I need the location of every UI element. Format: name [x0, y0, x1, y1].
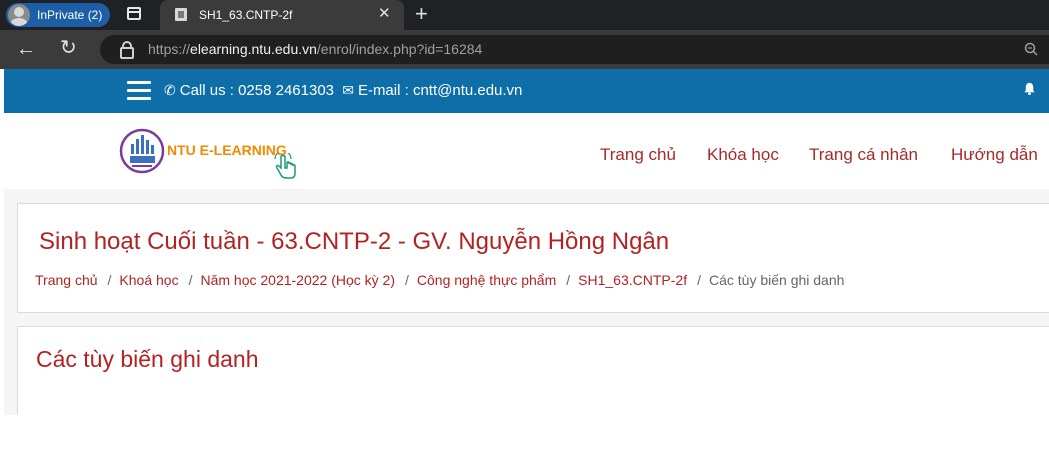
phone-text: Call us : 0258 2461303: [179, 82, 335, 99]
breadcrumb-department[interactable]: Công nghệ thực phẩm: [417, 272, 556, 288]
breadcrumb-current: Các tùy biến ghi danh: [708, 272, 845, 288]
favicon-icon: [175, 8, 187, 21]
breadcrumb-courses[interactable]: Khoá học: [119, 272, 178, 288]
site-header: NTU E-LEARNING Trang chủ Khóa học Trang …: [4, 113, 1049, 190]
breadcrumb-course[interactable]: SH1_63.CNTP-2f: [578, 272, 687, 288]
refresh-icon[interactable]: ↻: [60, 37, 77, 59]
logo-text: NTU E-LEARNING: [167, 142, 287, 158]
url-text[interactable]: https://elearning.ntu.edu.vn/enrol/index…: [148, 41, 482, 57]
breadcrumb-school-year[interactable]: Năm học 2021-2022 (Học kỳ 2): [200, 272, 395, 288]
breadcrumb: Trang chủ / Khoá học / Năm học 2021-2022 (Họ…: [35, 272, 844, 288]
contact-info: ✆ Call us : 0258 2461303 ✉ E-mail : cntt@n…: [164, 82, 522, 99]
pointer-hand-icon: [274, 153, 296, 179]
address-bar[interactable]: https://elearning.ntu.edu.vn/enrol/index…: [100, 35, 1049, 64]
profile-avatar-icon: [8, 4, 30, 26]
site-logo[interactable]: NTU E-LEARNING: [118, 127, 296, 180]
breadcrumb-separator: /: [188, 272, 193, 288]
lock-icon[interactable]: [120, 41, 134, 59]
inprivate-button[interactable]: InPrivate (2): [6, 3, 110, 27]
ntu-logo-icon: [119, 128, 165, 174]
breadcrumb-separator: /: [107, 272, 112, 288]
breadcrumb-separator: /: [405, 272, 409, 288]
phone-icon: ✆: [164, 82, 176, 98]
browser-tab[interactable]: SH1_63.CNTP-2f ✕: [160, 0, 404, 30]
nav-guide[interactable]: Hướng dẫn: [951, 145, 1038, 165]
browser-toolbar: ← ↻ https://elearning.ntu.edu.vn/enrol/i…: [0, 30, 1049, 69]
inprivate-label: InPrivate (2): [37, 8, 103, 22]
course-header-card: Sinh hoạt Cuối tuần - 63.CNTP-2 - GV. Ng…: [17, 203, 1049, 313]
page-title: Sinh hoạt Cuối tuần - 63.CNTP-2 - GV. Ng…: [39, 228, 670, 255]
back-arrow-icon[interactable]: ←: [16, 38, 36, 60]
breadcrumb-separator: /: [566, 272, 571, 288]
section-title: Các tùy biến ghi danh: [36, 346, 259, 372]
nav-courses[interactable]: Khóa học: [707, 145, 779, 165]
breadcrumb-separator: /: [697, 272, 701, 288]
breadcrumb-home[interactable]: Trang chủ: [35, 272, 98, 288]
bell-icon[interactable]: [1023, 82, 1036, 95]
email-text[interactable]: E-mail : cntt@ntu.edu.vn: [358, 82, 522, 99]
browser-tab-bar: InPrivate (2) SH1_63.CNTP-2f ✕ +: [0, 0, 1049, 30]
enrolment-options-card: Các tùy biến ghi danh: [17, 326, 1049, 415]
menu-icon[interactable]: [127, 81, 151, 101]
tab-title: SH1_63.CNTP-2f: [199, 8, 293, 22]
close-tab-icon[interactable]: ✕: [378, 6, 391, 22]
new-tab-button[interactable]: +: [415, 2, 428, 26]
nav-home[interactable]: Trang chủ: [600, 145, 676, 165]
tab-actions-icon[interactable]: [127, 7, 141, 20]
site-top-bar: ✆ Call us : 0258 2461303 ✉ E-mail : cntt@n…: [4, 69, 1049, 113]
zoom-icon[interactable]: [1024, 42, 1038, 56]
nav-profile[interactable]: Trang cá nhân: [809, 145, 918, 165]
mail-icon: ✉: [342, 82, 354, 98]
